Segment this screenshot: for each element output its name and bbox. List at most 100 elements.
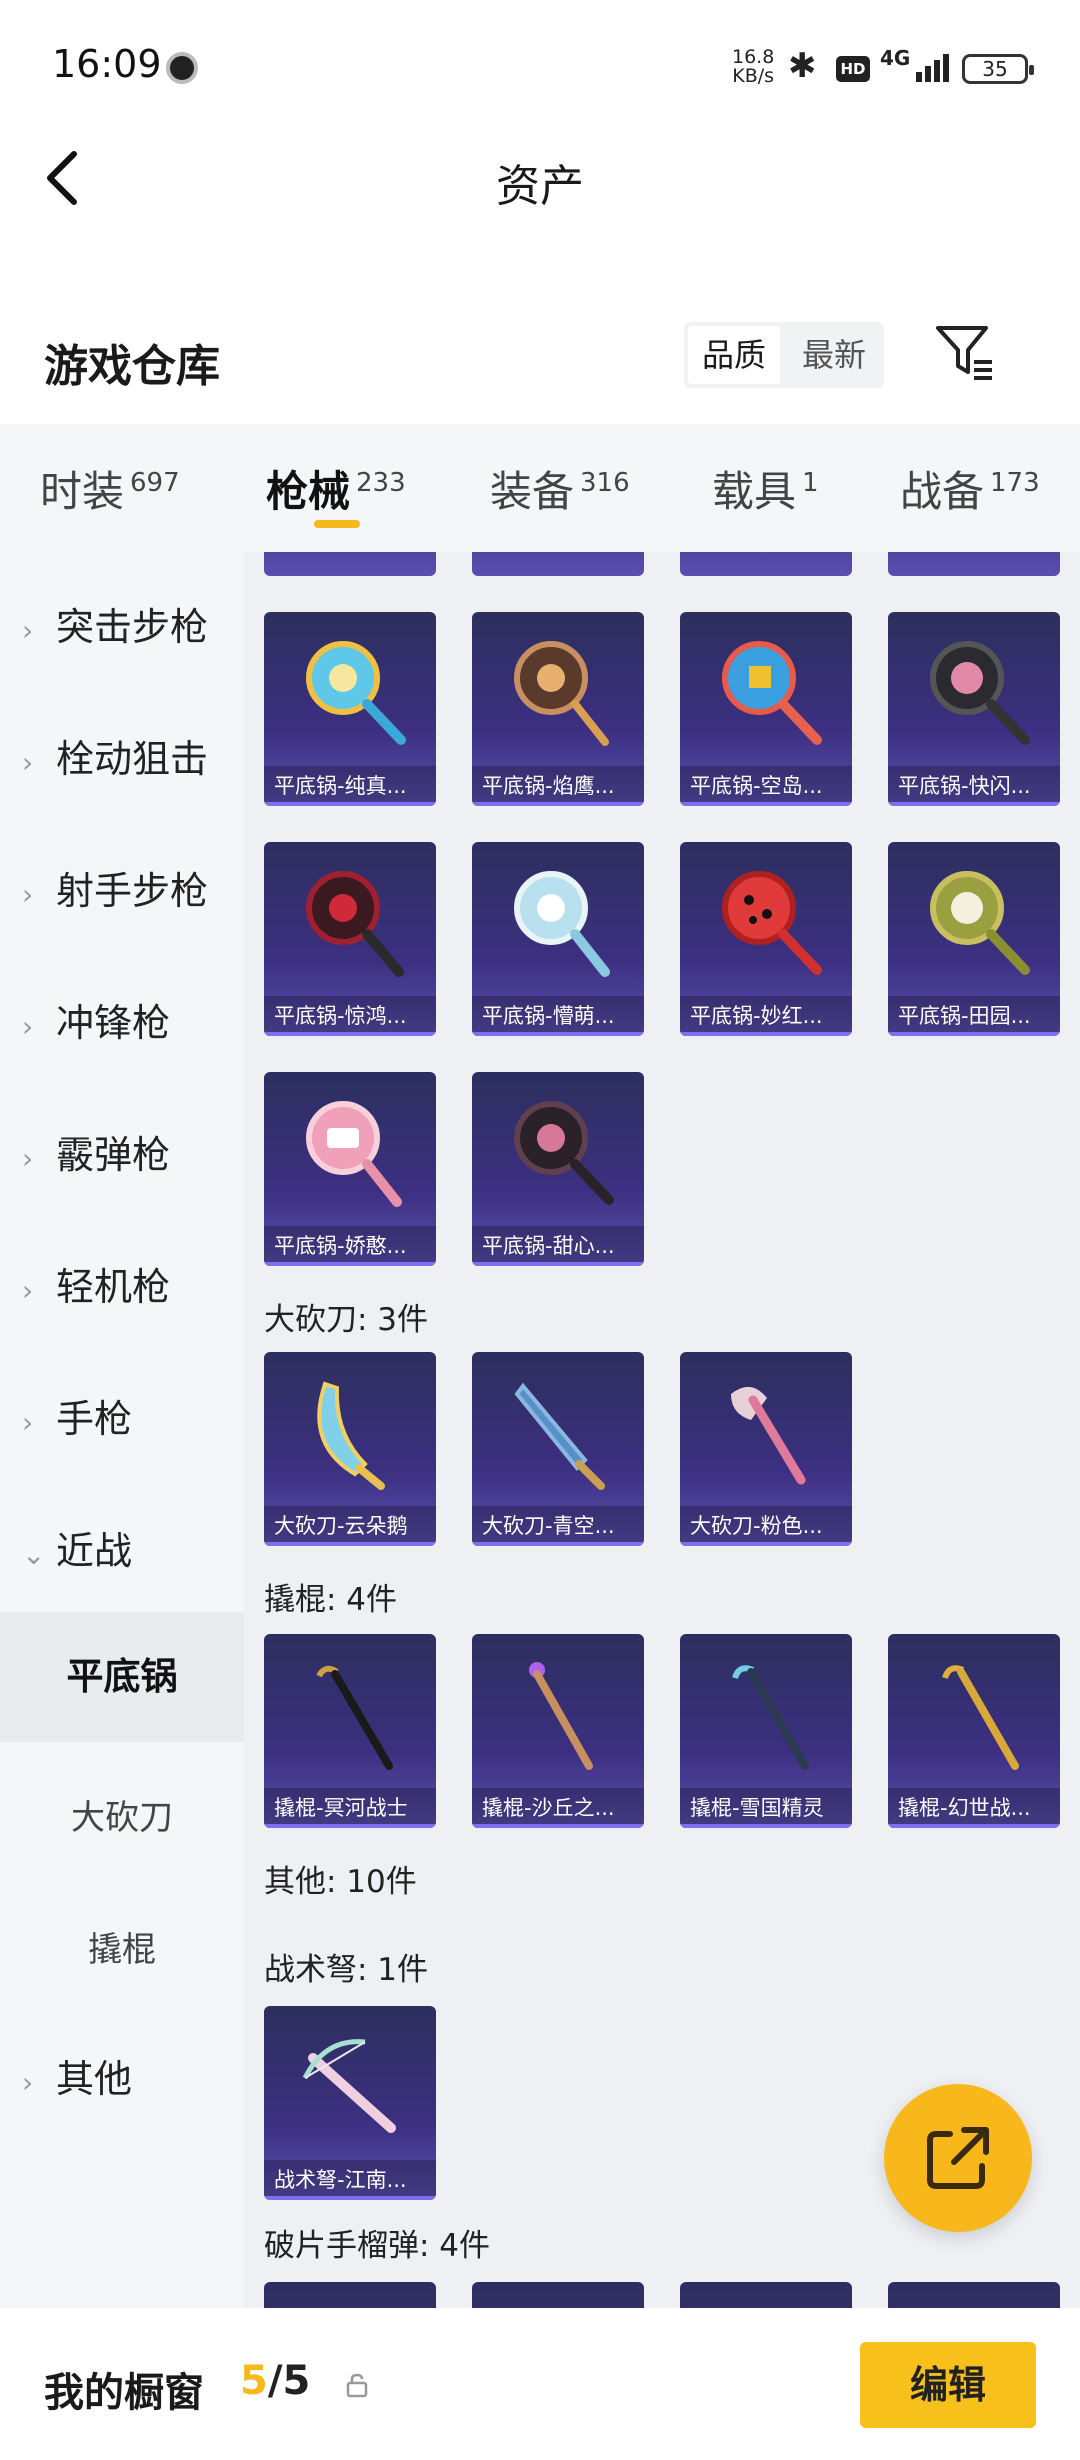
bluetooth-icon: ✱	[788, 46, 817, 86]
pan-icon	[888, 842, 1060, 996]
sidebar-item-pistol[interactable]: › 手枪	[22, 1388, 132, 1443]
item-name: 平底锅-妙红...	[680, 996, 852, 1036]
item-card-partial[interactable]	[472, 2282, 644, 2308]
active-tab-indicator	[314, 520, 360, 528]
pan-icon	[264, 612, 436, 766]
item-name: 平底锅-懵萌...	[472, 996, 644, 1036]
pan-icon	[680, 842, 852, 996]
tab-count: 233	[356, 468, 406, 498]
sidebar-item-label: 霰弹枪	[56, 1133, 171, 1177]
item-card[interactable]: 平底锅-懵萌...	[472, 842, 644, 1036]
item-card-partial[interactable]	[888, 2282, 1060, 2308]
item-card[interactable]: 平底锅-惊鸿...	[264, 842, 436, 1036]
group-label: 破片手榴弹: 4件	[264, 2228, 491, 2264]
item-name: 撬棍-幻世战...	[888, 1788, 1060, 1828]
crowbar-icon	[888, 1634, 1060, 1788]
item-card[interactable]: 平底锅-焰鹰...	[472, 612, 644, 806]
sidebar-sub-pan[interactable]: 平底锅	[0, 1612, 244, 1742]
item-name: 大砍刀-云朵鹅	[264, 1506, 436, 1546]
tab-label: 时装	[40, 467, 125, 516]
tab-vehicles[interactable]: 载具 1	[712, 458, 819, 519]
sort-latest-button[interactable]: 最新	[788, 326, 880, 384]
sidebar-item-other[interactable]: › 其他	[22, 2048, 132, 2103]
sidebar-sub-crowbar[interactable]: 撬棍	[0, 1922, 244, 1971]
item-card[interactable]: 平底锅-甜心...	[472, 1072, 644, 1266]
item-card[interactable]: 平底锅-田园...	[888, 842, 1060, 1036]
tab-count: 173	[990, 468, 1040, 498]
item-name: 大砍刀-青空...	[472, 1506, 644, 1546]
item-card[interactable]: 撬棍-冥河战士	[264, 1634, 436, 1828]
pan-icon	[472, 1072, 644, 1226]
sidebar-item-label: 手枪	[56, 1397, 133, 1441]
page-title: 资产	[496, 161, 584, 212]
clock-icon	[166, 52, 198, 84]
section-title: 游戏仓库	[44, 341, 220, 392]
item-card[interactable]: 平底锅-空岛...	[680, 612, 852, 806]
sidebar-item-shotgun[interactable]: › 霰弹枪	[22, 1124, 170, 1179]
tab-count: 316	[580, 468, 630, 498]
category-tabs: 时装 697 枪械 233 装备 316 载具 1 战备 173	[0, 424, 1080, 552]
sort-quality-button[interactable]: 品质	[688, 326, 780, 384]
showcase-count: 5/5	[240, 2358, 310, 2404]
item-name: 大砍刀-粉色...	[680, 1506, 852, 1546]
bottom-bar: 我的橱窗 5/5 编辑	[0, 2308, 1080, 2460]
item-card-partial[interactable]	[472, 552, 644, 576]
item-card[interactable]: 大砍刀-粉色...	[680, 1352, 852, 1546]
item-card[interactable]: 平底锅-娇憨...	[264, 1072, 436, 1266]
tab-firearms[interactable]: 枪械 233	[266, 458, 406, 519]
chevron-right-icon: ›	[22, 614, 34, 647]
item-card-partial[interactable]	[888, 552, 1060, 576]
tab-label: 战备	[900, 467, 985, 516]
chevron-right-icon: ›	[22, 1274, 34, 1307]
item-card[interactable]: 撬棍-幻世战...	[888, 1634, 1060, 1828]
pan-icon	[264, 842, 436, 996]
sidebar-sub-machete[interactable]: 大砍刀	[0, 1790, 244, 1839]
network-speed-unit: KB/s	[732, 65, 775, 87]
item-card-partial[interactable]	[264, 2282, 436, 2308]
item-card[interactable]: 平底锅-纯真...	[264, 612, 436, 806]
item-card-partial[interactable]	[680, 552, 852, 576]
sidebar-item-label: 栓动狙击	[56, 737, 209, 781]
item-card-partial[interactable]	[680, 2282, 852, 2308]
tab-count: 697	[130, 468, 180, 498]
pan-icon	[264, 1072, 436, 1226]
item-grid: 平底锅-纯真... 平底锅-焰鹰... 平底锅-空岛... 平底锅-快闪... …	[244, 552, 1080, 2308]
item-card[interactable]: 平底锅-快闪...	[888, 612, 1060, 806]
tab-label: 枪械	[266, 467, 351, 516]
chevron-down-icon: ⌄	[22, 1538, 46, 1571]
tab-fashion[interactable]: 时装 697	[40, 458, 180, 519]
item-card[interactable]: 大砍刀-云朵鹅	[264, 1352, 436, 1546]
share-button[interactable]	[884, 2084, 1032, 2232]
sidebar-item-label: 突击步枪	[56, 605, 209, 649]
tab-equipment[interactable]: 装备 316	[490, 458, 630, 519]
crowbar-icon	[264, 1634, 436, 1788]
sidebar-item-smg[interactable]: › 冲锋枪	[22, 992, 170, 1047]
edit-button[interactable]: 编辑	[860, 2342, 1036, 2428]
showcase-title: 我的橱窗	[44, 2370, 204, 2416]
item-card[interactable]: 撬棍-沙丘之...	[472, 1634, 644, 1828]
sidebar-item-marksman-rifle[interactable]: › 射手步枪	[22, 860, 208, 915]
crossbow-icon	[264, 2006, 436, 2160]
signal-icon	[902, 52, 949, 82]
item-card[interactable]: 战术弩-江南...	[264, 2006, 436, 2200]
pan-icon	[888, 612, 1060, 766]
tab-supplies[interactable]: 战备 173	[900, 458, 1040, 519]
filter-button[interactable]	[934, 322, 994, 384]
item-card[interactable]: 大砍刀-青空...	[472, 1352, 644, 1546]
share-icon	[927, 2127, 989, 2189]
chevron-right-icon: ›	[22, 878, 34, 911]
sidebar-item-label: 轻机枪	[56, 1265, 171, 1309]
sidebar-item-lmg[interactable]: › 轻机枪	[22, 1256, 170, 1311]
chevron-right-icon: ›	[22, 1142, 34, 1175]
pan-icon	[472, 842, 644, 996]
item-card[interactable]: 平底锅-妙红...	[680, 842, 852, 1036]
chevron-right-icon: ›	[22, 1010, 34, 1043]
item-card-partial[interactable]	[264, 552, 436, 576]
sidebar-item-melee[interactable]: ⌄ 近战	[22, 1520, 132, 1575]
sidebar-item-assault-rifle[interactable]: › 突击步枪	[22, 596, 208, 651]
showcase-total: /5	[267, 2358, 311, 2404]
sidebar-item-bolt-sniper[interactable]: › 栓动狙击	[22, 728, 208, 783]
crowbar-icon	[680, 1634, 852, 1788]
item-card[interactable]: 撬棍-雪国精灵	[680, 1634, 852, 1828]
crowbar-icon	[472, 1634, 644, 1788]
